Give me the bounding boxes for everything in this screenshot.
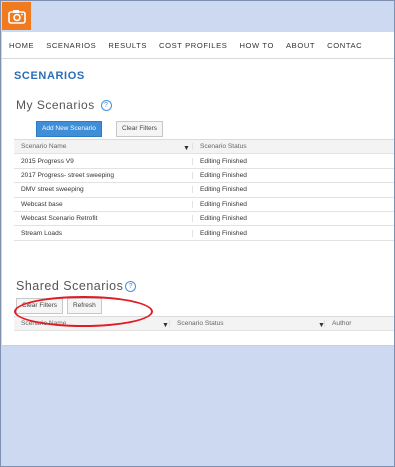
table-header: Scenario Name ▼ Scenario Status ▼ xyxy=(14,139,394,155)
scenario-name-cell: Webcast base xyxy=(21,200,63,208)
column-header-scenario-status[interactable]: Scenario Status ▼ xyxy=(169,320,325,329)
nav-item-how-to[interactable]: HOW TO xyxy=(239,41,274,50)
app-screenshot: HOME SCENARIOS RESULTS COST PROFILES HOW… xyxy=(2,32,394,346)
column-header-scenario-status[interactable]: Scenario Status ▼ xyxy=(192,143,370,151)
help-icon[interactable]: ? xyxy=(100,100,112,111)
highlight-circle xyxy=(14,296,153,327)
my-scenarios-heading: My Scenarios? xyxy=(16,98,112,112)
scenario-name-cell: 2017 Progress- street sweeping xyxy=(21,171,115,179)
scenario-name-cell: 2015 Progress V9 xyxy=(21,157,74,165)
scenario-status-cell: Editing Finished xyxy=(192,157,370,165)
table-row[interactable]: 2015 Progress V9 Editing Finished xyxy=(14,154,394,169)
column-header-author[interactable]: Author xyxy=(324,320,394,328)
scenario-name-cell: Stream Loads xyxy=(21,229,63,237)
clear-filters-button[interactable]: Clear Filters xyxy=(116,121,164,137)
nav-item-scenarios[interactable]: SCENARIOS xyxy=(46,41,96,50)
scenario-status-cell: Editing Finished xyxy=(192,229,370,237)
table-row[interactable]: DMV street sweeping Editing Finished xyxy=(14,183,394,198)
my-scenarios-title: My Scenarios xyxy=(16,98,95,112)
table-row[interactable]: Webcast Scenario Retrofit Editing Finish… xyxy=(14,212,394,227)
column-header-scenario-name[interactable]: Scenario Name ▼ xyxy=(14,143,192,152)
shared-scenarios-heading: Shared Scenarios? xyxy=(16,279,137,293)
nav-item-contact[interactable]: CONTAC xyxy=(327,41,362,50)
scenario-name-cell: DMV street sweeping xyxy=(21,186,84,194)
scenario-status-cell: Editing Finished xyxy=(192,215,370,223)
scenario-status-cell: Editing Finished xyxy=(192,186,370,194)
top-nav: HOME SCENARIOS RESULTS COST PROFILES HOW… xyxy=(2,32,394,59)
scenario-name-cell: Webcast Scenario Retrofit xyxy=(21,215,98,223)
window-frame: HOME SCENARIOS RESULTS COST PROFILES HOW… xyxy=(0,0,395,467)
help-icon[interactable]: ? xyxy=(125,281,137,292)
nav-item-cost-profiles[interactable]: COST PROFILES xyxy=(159,41,227,50)
camera-button[interactable] xyxy=(2,2,31,30)
add-new-scenario-button[interactable]: Add New Scenario xyxy=(36,121,102,137)
my-scenarios-table: Scenario Name ▼ Scenario Status ▼ 2015 P… xyxy=(14,139,394,241)
filter-icon[interactable]: ▼ xyxy=(162,322,169,329)
table-row[interactable]: Stream Loads Editing Finished xyxy=(14,226,394,241)
nav-item-home[interactable]: HOME xyxy=(9,41,34,50)
nav-item-results[interactable]: RESULTS xyxy=(108,41,147,50)
scenario-status-cell: Editing Finished xyxy=(192,171,370,179)
table-row[interactable]: Webcast base Editing Finished xyxy=(14,198,394,212)
nav-item-about[interactable]: ABOUT xyxy=(286,41,315,50)
camera-icon xyxy=(7,9,26,24)
filter-icon[interactable]: ▼ xyxy=(183,145,190,152)
shared-scenarios-title: Shared Scenarios xyxy=(16,279,124,293)
table-row[interactable]: 2017 Progress- street sweeping Editing F… xyxy=(14,169,394,184)
page-title: SCENARIOS xyxy=(14,70,85,82)
scenario-status-cell: Editing Finished xyxy=(192,200,370,208)
